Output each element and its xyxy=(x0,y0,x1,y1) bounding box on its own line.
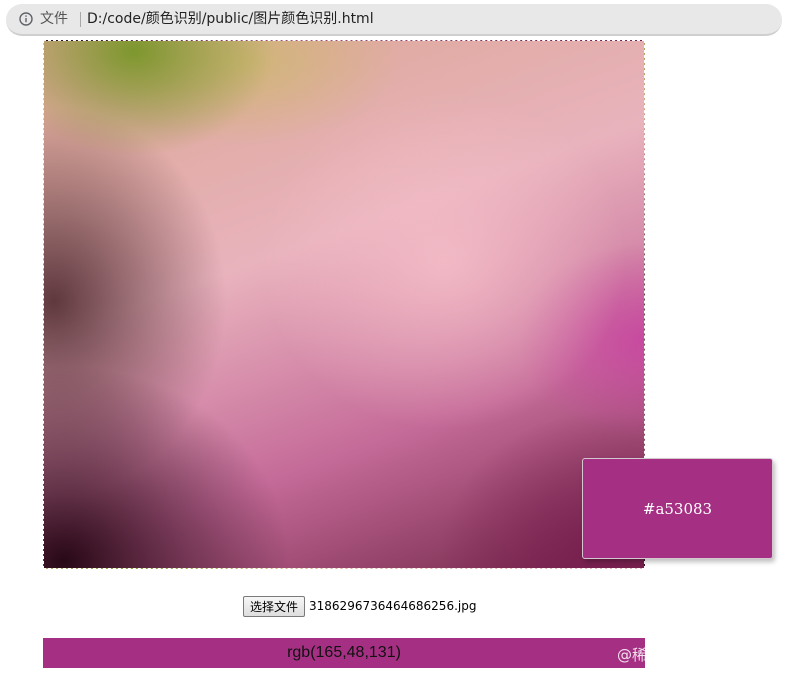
selected-file-name: 3186296736464686256.jpg xyxy=(309,599,477,613)
watermark-text: @稀土掘金技术社区 xyxy=(617,646,753,664)
choose-file-button[interactable]: 选择文件 xyxy=(243,595,306,617)
browser-address-bar: 文件 D:/code/颜色识别/public/图片颜色识别.html xyxy=(0,0,788,40)
detected-hex-label: #a53083 xyxy=(642,499,713,518)
image-preview[interactable] xyxy=(43,40,645,569)
info-icon[interactable] xyxy=(19,12,33,26)
detected-color-card: #a53083 xyxy=(582,458,773,559)
file-input-row: 选择文件 3186296736464686256.jpg xyxy=(243,595,476,617)
url-text[interactable]: D:/code/颜色识别/public/图片颜色识别.html xyxy=(87,11,374,27)
address-separator xyxy=(80,12,81,27)
protocol-label: 文件 xyxy=(40,11,68,27)
address-field[interactable]: 文件 D:/code/颜色识别/public/图片颜色识别.html xyxy=(6,4,782,36)
rgb-value-label: rgb(165,48,131) xyxy=(287,644,401,661)
